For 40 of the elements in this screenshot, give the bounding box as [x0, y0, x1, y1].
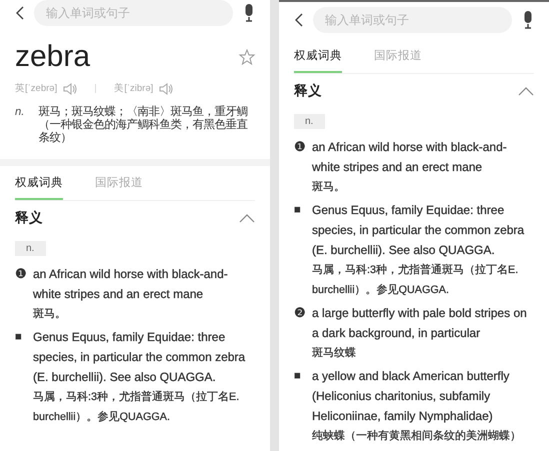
back-icon[interactable]: [15, 6, 24, 20]
english-definition: a large butterfly with pale bold stripes on a dark background, in particular: [312, 305, 528, 342]
tab[interactable]: 权威词典: [15, 166, 63, 200]
part-of-speech-tag: n.: [294, 114, 326, 129]
english-definition: an African wild horse with black-and-white stripes and an erect mane: [33, 266, 229, 303]
part-of-speech-tag: n.: [15, 241, 46, 256]
sense-number: ❶: [15, 265, 27, 283]
sense-number: ❶: [294, 138, 306, 156]
bullet-marker: ■: [15, 330, 23, 345]
chinese-definition: 斑马。: [312, 180, 346, 195]
phonetic-text: 英[ˈzebrə]: [15, 82, 58, 95]
speaker-icon[interactable]: [63, 82, 78, 94]
part-of-speech: n.: [15, 106, 24, 120]
bullet-marker: ■: [294, 369, 302, 384]
speaker-icon[interactable]: [159, 82, 174, 94]
chinese-definition: 斑马纹蝶: [312, 346, 357, 361]
chinese-definition: 纯蛱蝶（一种有黄黑相间条纹的美洲蝴蝶）: [312, 428, 522, 444]
search-field[interactable]: 输入单词或句子: [34, 0, 233, 26]
sense-number: ❷: [294, 304, 306, 322]
english-definition: an African wild horse with black-and-white stripes and an erect mane: [312, 139, 508, 176]
english-definition: Genus Equus, family Equidae: three species, in particular the common zebra (E. burchellii). See also QUAGGA.: [33, 329, 246, 386]
microphone-icon[interactable]: [522, 11, 534, 29]
phonetic-text: 美[ˈzibrə]: [114, 82, 154, 95]
search-field[interactable]: 输入单词或句子: [313, 7, 512, 33]
section-title: 释义: [294, 82, 322, 100]
english-definition: Genus Equus, family Equidae: three species, in particular the common zebra (E. burchellii). See also QUAGGA.: [312, 202, 526, 259]
chinese-definition: 斑马。: [33, 307, 67, 322]
chinese-definition: 马属，马科:3种，尤指普通斑马（拉丁名E. burchellii）。参见QUAGGA.: [312, 262, 520, 298]
back-icon[interactable]: [294, 13, 303, 27]
definition-text: 斑马；斑马纹蝶；〈南非〉斑马鱼，重牙鲷（一种银金色的海产鲷科鱼类，有黑色垂直条纹）: [38, 106, 248, 145]
section-title: 释义: [15, 209, 43, 227]
tab[interactable]: 权威词典: [294, 39, 342, 73]
headword: zebra: [15, 40, 90, 74]
bullet-marker: ■: [294, 203, 302, 218]
star-icon[interactable]: [239, 49, 255, 65]
chinese-definition: 马属，马科:3种，尤指普通斑马（拉丁名E. burchellii）。参见QUAGGA.: [33, 390, 240, 425]
collapse-icon[interactable]: [518, 86, 534, 96]
collapse-icon[interactable]: [239, 214, 255, 222]
english-definition: a yellow and black American butterfly (Heliconius charitonius, subfamily Heliconiinae, family Nymphalidae): [312, 368, 510, 425]
microphone-icon[interactable]: [243, 4, 255, 22]
